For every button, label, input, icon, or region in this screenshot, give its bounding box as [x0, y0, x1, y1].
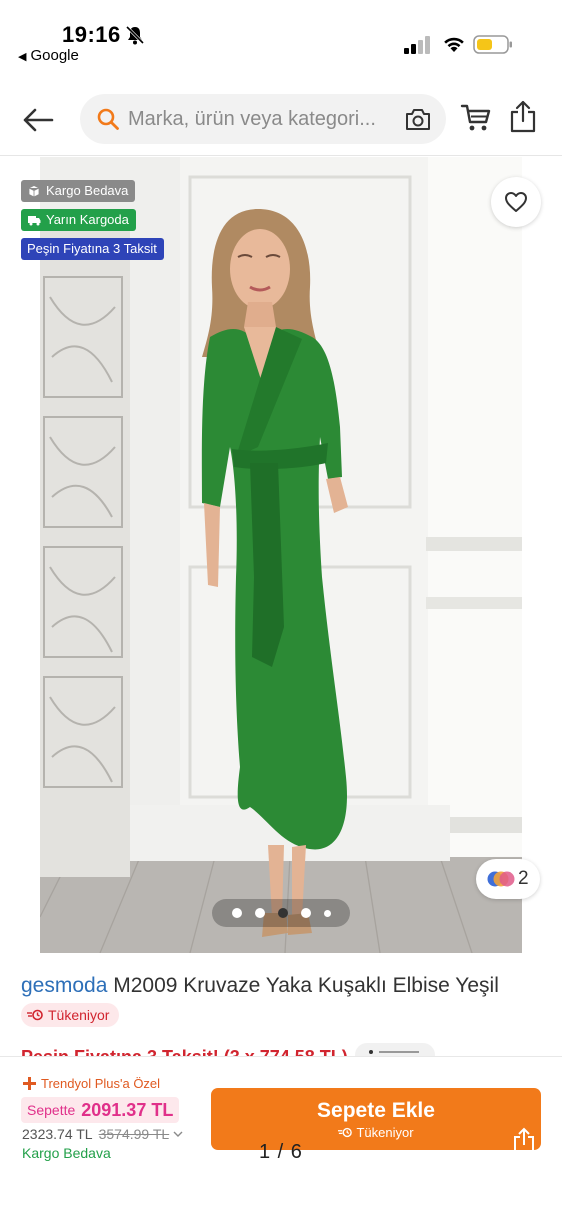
running-out-icon: [27, 1009, 43, 1021]
header: Marka, ürün veya kategori...: [0, 88, 562, 156]
brand-link[interactable]: gesmoda: [21, 974, 107, 997]
share-icon[interactable]: [508, 100, 538, 134]
battery-level: [477, 39, 492, 50]
plus-icon: [23, 1077, 36, 1090]
battery-icon: [473, 35, 512, 54]
installment-detail-chip[interactable]: [355, 1043, 435, 1057]
badge-label: Peşin Fiyatına 3 Taksit: [27, 241, 157, 256]
status-time: 19:16: [62, 22, 121, 47]
stock-status-badge: Tükeniyor: [21, 1003, 120, 1027]
pager-dot[interactable]: [231, 908, 242, 918]
back-arrow-icon[interactable]: [20, 102, 56, 138]
installment-text: Peşin Fiyatına 3 Taksit! (3 x 774,58 TL): [21, 1046, 348, 1056]
share-icon: [514, 1127, 534, 1150]
wifi-icon: [444, 37, 464, 52]
color-options-button[interactable]: 2: [476, 859, 540, 899]
back-app-label: Google: [30, 47, 79, 64]
badge-label: Yarın Kargoda: [46, 212, 129, 227]
search-input[interactable]: Marka, ürün veya kategori...: [128, 108, 400, 131]
badge-installments: Peşin Fiyatına 3 Taksit: [21, 238, 164, 260]
original-price: 3574.99 TL: [98, 1126, 170, 1142]
color-swatch-icon: [487, 871, 515, 887]
pager-dot[interactable]: [254, 908, 265, 918]
page-counter: 1 / 6: [259, 1141, 303, 1163]
product-title-line: gesmoda M2009 Kruvaze Yaka Kuşaklı Elbis…: [21, 974, 499, 998]
cart-icon[interactable]: [460, 102, 492, 134]
bottom-purchase-bar: Trendyol Plus'a Özel Sepette 2091.37 TL …: [0, 1056, 562, 1221]
stock-status-label: Tükeniyor: [48, 1007, 110, 1023]
plus-offer-label: Trendyol Plus'a Özel: [41, 1076, 161, 1091]
color-count: 2: [518, 868, 529, 889]
truck-icon: [28, 216, 41, 226]
product-photo: [40, 157, 522, 953]
cart-price: 2091.37 TL: [81, 1099, 174, 1120]
image-pager[interactable]: [212, 899, 350, 927]
back-to-app-link[interactable]: ◀ Google: [18, 47, 79, 64]
add-to-cart-sub-label: Tükeniyor: [356, 1125, 414, 1140]
add-to-cart-label: Sepete Ekle: [317, 1099, 435, 1122]
chevron-down-icon: [173, 1131, 183, 1137]
search-bar[interactable]: Marka, ürün veya kategori...: [80, 94, 446, 144]
price-row[interactable]: 2323.74 TL 3574.99 TL: [22, 1126, 183, 1142]
add-to-cart-sub: Tükeniyor: [211, 1125, 541, 1140]
badge-ships-tomorrow: Yarın Kargoda: [21, 209, 136, 231]
pager-dot-active[interactable]: [277, 908, 288, 918]
running-out-icon: [338, 1127, 353, 1138]
current-price: 2323.74 TL: [22, 1126, 93, 1142]
search-icon: [97, 108, 119, 130]
badge-free-shipping: Kargo Bedava: [21, 180, 136, 202]
status-bar: 19:16 ◀ Google: [0, 0, 562, 80]
box-icon: [28, 185, 40, 198]
heart-icon: [505, 192, 527, 212]
plus-offer: Trendyol Plus'a Özel: [23, 1076, 160, 1091]
product-image[interactable]: [40, 157, 522, 953]
bell-muted-icon: [125, 25, 145, 45]
favorite-button[interactable]: [491, 177, 541, 227]
cart-price-label: Sepette: [27, 1102, 76, 1118]
camera-icon[interactable]: [404, 106, 432, 132]
badge-label: Kargo Bedava: [46, 183, 129, 198]
back-triangle-icon: ◀: [18, 51, 27, 63]
cart-price-box: Sepette 2091.37 TL: [21, 1097, 180, 1123]
pager-dot[interactable]: [323, 909, 331, 917]
product-title: M2009 Kruvaze Yaka Kuşaklı Elbise Yeşil: [113, 974, 499, 997]
cellular-signal-icon: [404, 36, 430, 54]
pager-dot[interactable]: [300, 908, 311, 918]
free-shipping-label: Kargo Bedava: [22, 1145, 111, 1161]
